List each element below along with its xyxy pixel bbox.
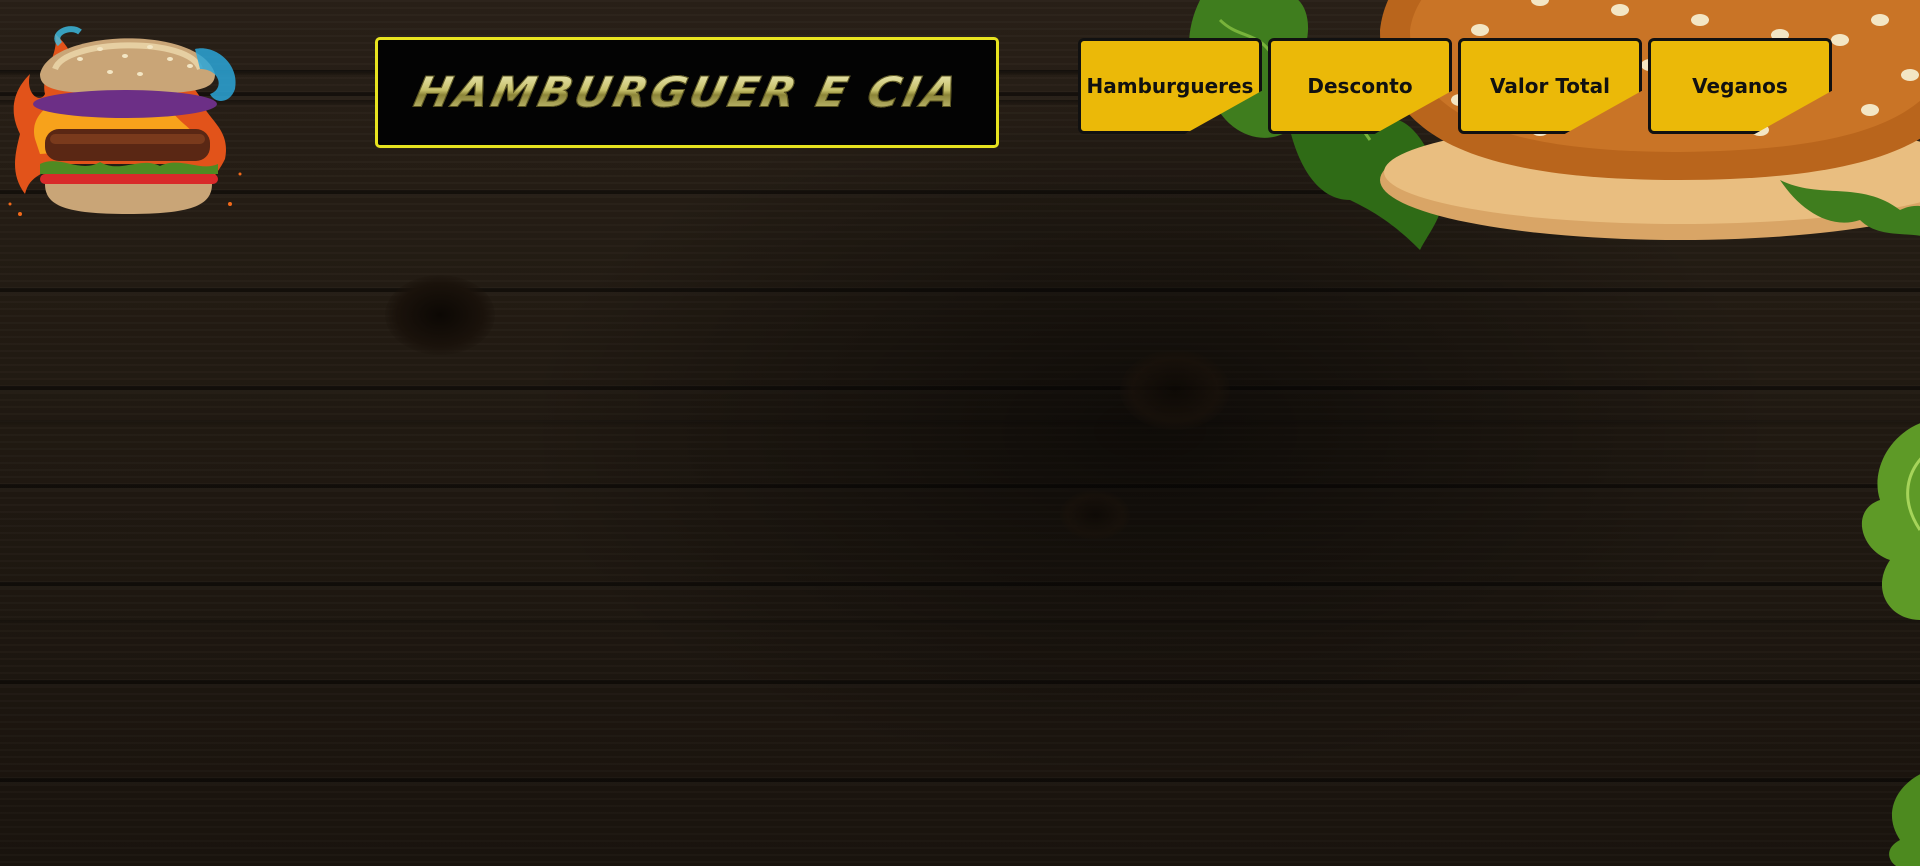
wood-knot bbox=[385, 275, 495, 355]
decorative-lettuce-image bbox=[1862, 423, 1920, 866]
nav-button-desconto[interactable]: Desconto bbox=[1268, 38, 1452, 134]
nav-button-hamburgueres[interactable]: Hamburgueres bbox=[1078, 38, 1262, 134]
wood-plank-seam bbox=[0, 620, 1920, 625]
nav-label: Veganos bbox=[1692, 74, 1788, 98]
site-title-banner: HAMBURGUER E CIA bbox=[375, 37, 999, 148]
page-background: HAMBURGUER E CIA Hamburgueres Desconto V… bbox=[0, 0, 1920, 866]
nav-button-valor-total[interactable]: Valor Total bbox=[1458, 38, 1642, 134]
wood-knot bbox=[1060, 490, 1130, 540]
nav-button-veganos[interactable]: Veganos bbox=[1648, 38, 1832, 134]
wood-plank-seam bbox=[0, 420, 1920, 425]
flaming-burger-icon bbox=[8, 26, 242, 216]
nav-label: Hamburgueres bbox=[1086, 74, 1254, 98]
main-nav: Hamburgueres Desconto Valor Total Vegano… bbox=[1078, 38, 1832, 134]
site-title: HAMBURGUER E CIA bbox=[409, 68, 965, 117]
nav-label: Valor Total bbox=[1490, 74, 1610, 98]
nav-label: Desconto bbox=[1307, 74, 1413, 98]
wood-knot bbox=[1120, 350, 1230, 430]
